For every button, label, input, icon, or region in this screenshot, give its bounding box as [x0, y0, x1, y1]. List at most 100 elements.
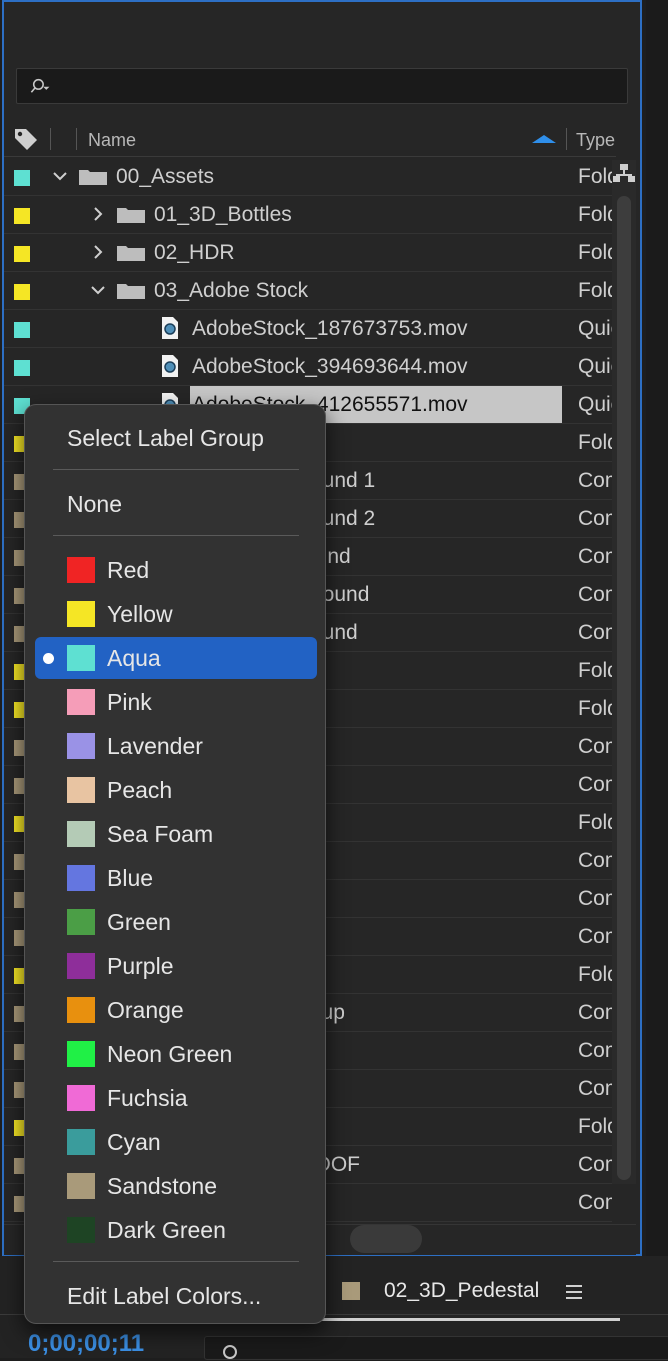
- column-header: Name Type: [4, 122, 616, 157]
- item-type: Folder: [578, 697, 612, 720]
- label-option-text: Lavender: [107, 733, 203, 759]
- label-option-peach[interactable]: Peach: [35, 769, 317, 811]
- item-type: Composition: [578, 469, 612, 492]
- item-type: Composition: [578, 621, 612, 644]
- horizontal-scrollbar-thumb[interactable]: [350, 1225, 422, 1253]
- item-name: AdobeStock_394693644.mov: [192, 355, 468, 378]
- label-color-chip[interactable]: [14, 208, 30, 224]
- project-search-input[interactable]: [16, 68, 628, 104]
- select-label-group-label: Select Label Group: [67, 425, 264, 451]
- chevron-right-icon[interactable]: [90, 244, 106, 260]
- label-option-dark-green[interactable]: Dark Green: [35, 1209, 317, 1251]
- label-option-pink[interactable]: Pink: [35, 681, 317, 723]
- label-option-text: Purple: [107, 953, 174, 979]
- item-name: AdobeStock_187673753.mov: [192, 317, 468, 340]
- color-swatch: [67, 1041, 95, 1067]
- color-swatch: [67, 1173, 95, 1199]
- color-swatch: [67, 557, 95, 583]
- label-color-chip[interactable]: [14, 246, 30, 262]
- scrollbar-thumb[interactable]: [617, 196, 631, 1180]
- active-tab-underline: [320, 1318, 620, 1321]
- project-item-row[interactable]: 00_Assets Folder: [4, 158, 612, 196]
- vertical-scrollbar[interactable]: [612, 160, 636, 1184]
- label-color-chip[interactable]: [14, 322, 30, 338]
- item-type: Folder: [578, 279, 612, 302]
- none-label-item[interactable]: None: [35, 483, 317, 525]
- flowchart-icon[interactable]: [612, 160, 636, 190]
- label-option-sandstone[interactable]: Sandstone: [35, 1165, 317, 1207]
- item-type: Composition: [578, 583, 612, 606]
- label-option-yellow[interactable]: Yellow: [35, 593, 317, 635]
- label-context-menu: Select Label Group None Red Yellow Aqua Pin…: [24, 404, 326, 1324]
- chevron-down-icon[interactable]: [90, 282, 106, 298]
- item-type: QuickTime: [578, 317, 612, 340]
- color-swatch: [67, 1129, 95, 1155]
- comp-label-chip: [342, 1282, 360, 1300]
- project-item-row[interactable]: AdobeStock_187673753.mov QuickTime: [4, 310, 612, 348]
- color-swatch: [67, 953, 95, 979]
- sort-ascending-icon[interactable]: [532, 135, 556, 143]
- label-option-text: Aqua: [107, 645, 161, 671]
- item-type: Composition: [578, 849, 612, 872]
- label-option-red[interactable]: Red: [35, 549, 317, 591]
- item-name: 02_HDR: [154, 241, 235, 264]
- label-color-chip[interactable]: [14, 284, 30, 300]
- color-swatch: [67, 1085, 95, 1111]
- label-color-chip[interactable]: [14, 360, 30, 376]
- item-type: Folder: [578, 203, 612, 226]
- type-column-header[interactable]: Type: [576, 130, 615, 151]
- movie-file-icon: [162, 317, 178, 339]
- folder-icon: [79, 170, 107, 185]
- label-option-fuchsia[interactable]: Fuchsia: [35, 1077, 317, 1119]
- label-color-chip[interactable]: [14, 170, 30, 186]
- color-swatch: [67, 733, 95, 759]
- none-label-text: None: [67, 491, 122, 517]
- label-option-text: Blue: [107, 865, 154, 891]
- timeline-search-input[interactable]: [204, 1336, 668, 1360]
- chevron-right-icon[interactable]: [90, 206, 106, 222]
- color-swatch: [67, 865, 95, 891]
- item-type: Folder: [578, 963, 612, 986]
- label-option-blue[interactable]: Blue: [35, 857, 317, 899]
- label-tag-icon[interactable]: [12, 126, 40, 152]
- color-swatch: [67, 645, 95, 671]
- label-option-text: Sea Foam: [107, 821, 214, 847]
- search-icon[interactable]: [29, 75, 51, 97]
- item-type: Composition: [578, 925, 612, 948]
- item-name: 01_3D_Bottles: [154, 203, 292, 226]
- edit-label-colors-item[interactable]: Edit Label Colors...: [35, 1275, 317, 1317]
- edit-label-colors-text: Edit Label Colors...: [67, 1283, 262, 1309]
- select-label-group-item[interactable]: Select Label Group: [35, 417, 317, 459]
- hamburger-menu-icon[interactable]: [566, 1285, 582, 1299]
- color-swatch: [67, 821, 95, 847]
- name-column-header[interactable]: Name: [88, 130, 136, 151]
- item-type: Folder: [578, 431, 612, 454]
- project-item-row[interactable]: 02_HDR Folder: [4, 234, 612, 272]
- label-option-cyan[interactable]: Cyan: [35, 1121, 317, 1163]
- project-item-row[interactable]: AdobeStock_394693644.mov QuickTime: [4, 348, 612, 386]
- label-option-lavender[interactable]: Lavender: [35, 725, 317, 767]
- project-item-row[interactable]: 03_Adobe Stock Folder: [4, 272, 612, 310]
- current-time-display[interactable]: 0;00;00;11: [28, 1330, 144, 1358]
- project-item-row[interactable]: 01_3D_Bottles Folder: [4, 196, 612, 234]
- label-option-neon-green[interactable]: Neon Green: [35, 1033, 317, 1075]
- item-type: QuickTime: [578, 393, 612, 416]
- color-swatch: [67, 997, 95, 1023]
- label-option-text: Pink: [107, 689, 152, 715]
- label-option-green[interactable]: Green: [35, 901, 317, 943]
- label-option-text: Orange: [107, 997, 184, 1023]
- search-icon: [223, 1345, 237, 1359]
- label-option-sea-foam[interactable]: Sea Foam: [35, 813, 317, 855]
- chevron-down-icon[interactable]: [52, 168, 68, 184]
- label-option-orange[interactable]: Orange: [35, 989, 317, 1031]
- item-type: Composition: [578, 1077, 612, 1100]
- color-swatch: [67, 909, 95, 935]
- item-name: 03_Adobe Stock: [154, 279, 309, 302]
- label-option-text: Red: [107, 557, 150, 583]
- movie-file-icon: [162, 355, 178, 377]
- folder-icon: [117, 208, 145, 223]
- label-option-aqua[interactable]: Aqua: [35, 637, 317, 679]
- color-swatch: [67, 689, 95, 715]
- label-option-purple[interactable]: Purple: [35, 945, 317, 987]
- label-option-text: Sandstone: [107, 1173, 217, 1199]
